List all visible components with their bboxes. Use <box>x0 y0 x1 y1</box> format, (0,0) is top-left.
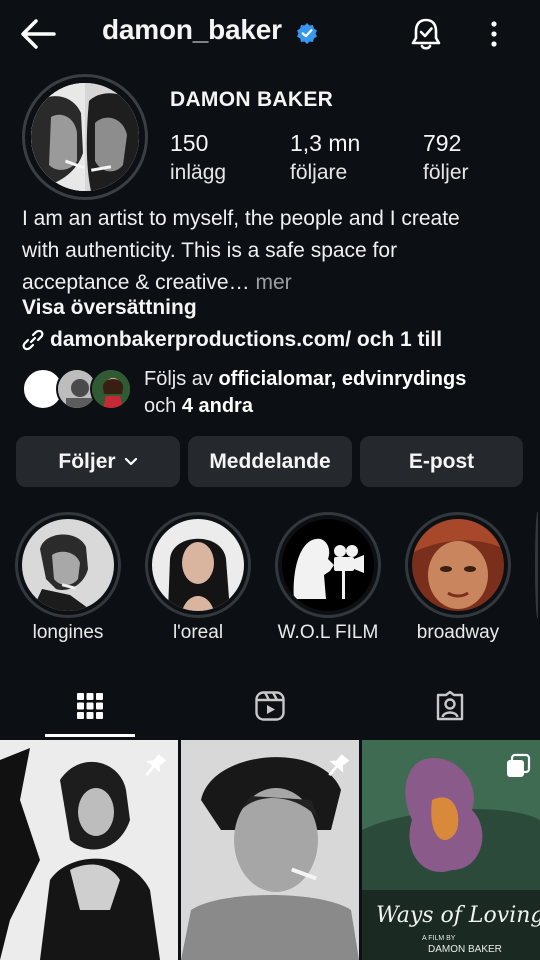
top-bar: damon_baker <box>0 0 540 68</box>
translate-link[interactable]: Visa översättning <box>22 296 197 320</box>
following-button[interactable]: Följer <box>16 436 180 487</box>
highlight-wol-film[interactable]: W.O.L FILM <box>275 512 381 644</box>
followed-by-prefix: Följs av <box>144 368 219 390</box>
highlight-partial[interactable] <box>535 512 540 618</box>
stat-followers-label: följare <box>290 161 348 184</box>
link-icon <box>22 329 44 351</box>
tab-reels[interactable] <box>180 676 360 736</box>
highlight-label: W.O.L FILM <box>277 622 379 643</box>
email-button-label: E-post <box>408 449 475 473</box>
more-vertical-icon[interactable] <box>484 18 504 50</box>
highlight-ring <box>405 512 511 618</box>
pin-icon <box>328 754 350 776</box>
multi-image-icon <box>507 753 531 777</box>
follower-avatar <box>90 368 132 410</box>
profile-bio: I am an artist to myself, the people and… <box>22 203 522 299</box>
highlight-label: l'oreal <box>172 622 224 643</box>
highlight-ring <box>145 512 251 618</box>
message-button[interactable]: Meddelande <box>188 436 352 487</box>
stat-followers-value: 1,3 mn <box>290 130 361 156</box>
poster-title: Ways of Loving <box>376 903 540 928</box>
stat-followers[interactable]: 1,3 mn följare <box>290 128 360 188</box>
highlight-cover <box>282 519 374 611</box>
stat-posts[interactable]: 150 inlägg <box>170 128 226 188</box>
bio-line: with authenticity. This is a safe space … <box>22 239 398 262</box>
stat-following-label: följer <box>423 161 469 184</box>
highlight-cover <box>152 519 244 611</box>
reels-icon <box>255 691 285 721</box>
highlight-ring <box>15 512 121 618</box>
followed-by[interactable]: Följs av officialomar, edvinrydings och 4… <box>22 366 522 420</box>
highlight-loreal[interactable]: l'oreal <box>145 512 251 644</box>
bio-more-link[interactable]: mer <box>250 271 291 294</box>
highlight-cover <box>412 519 504 611</box>
verified-badge-icon <box>297 23 317 44</box>
poster-director: DAMON BAKER <box>428 944 502 955</box>
bio-line: I am an artist to myself, the people and… <box>22 207 460 230</box>
poster-credit: A FILM BY <box>422 935 456 942</box>
highlight-label: longines <box>32 622 104 643</box>
pin-icon <box>145 754 167 776</box>
following-button-label: Följer <box>58 449 116 473</box>
stat-following[interactable]: 792 följer <box>423 128 469 188</box>
active-tab-indicator <box>45 734 135 737</box>
tagged-icon <box>436 690 464 721</box>
highlight-label: broadway <box>416 622 500 643</box>
stat-following-value: 792 <box>423 130 462 156</box>
stat-posts-label: inlägg <box>170 161 227 184</box>
back-arrow-icon[interactable] <box>18 16 58 52</box>
bio-line-text: acceptance & creative… <box>22 271 250 294</box>
avatar[interactable] <box>31 83 139 191</box>
tab-tagged[interactable] <box>360 676 540 736</box>
followed-by-names: officialomar, edvinrydings <box>218 368 467 390</box>
profile-tabs <box>0 676 540 738</box>
chevron-down-icon <box>124 457 137 465</box>
profile-link[interactable]: damonbakerproductions.com/ och 1 till <box>22 328 442 352</box>
email-button[interactable]: E-post <box>360 436 523 487</box>
message-button-label: Meddelande <box>209 449 331 473</box>
highlight-longines[interactable]: longines <box>15 512 121 644</box>
tab-posts[interactable] <box>0 676 180 736</box>
grid-icon <box>77 693 103 719</box>
profile-username: damon_baker <box>102 14 282 45</box>
posts-grid: Ways of Loving A FILM BY DAMON BAKER <box>0 740 540 960</box>
highlight-cover <box>22 519 114 611</box>
grid-post[interactable] <box>0 740 178 960</box>
bell-check-icon[interactable] <box>408 16 444 52</box>
highlight-ring <box>275 512 381 618</box>
followed-by-conjunction: och <box>144 395 182 417</box>
bio-line: acceptance & creative… mer <box>22 267 522 299</box>
grid-post[interactable]: Ways of Loving A FILM BY DAMON BAKER <box>362 740 540 960</box>
followed-by-text: Följs av officialomar, edvinrydings och 4… <box>144 366 534 420</box>
profile-link-text: damonbakerproductions.com/ och 1 till <box>50 328 443 351</box>
stat-posts-value: 150 <box>170 130 209 156</box>
followed-by-others: 4 andra <box>181 395 253 417</box>
profile-full-name: DAMON BAKER <box>170 88 334 111</box>
grid-post[interactable] <box>181 740 359 960</box>
highlight-broadway[interactable]: broadway <box>405 512 511 644</box>
